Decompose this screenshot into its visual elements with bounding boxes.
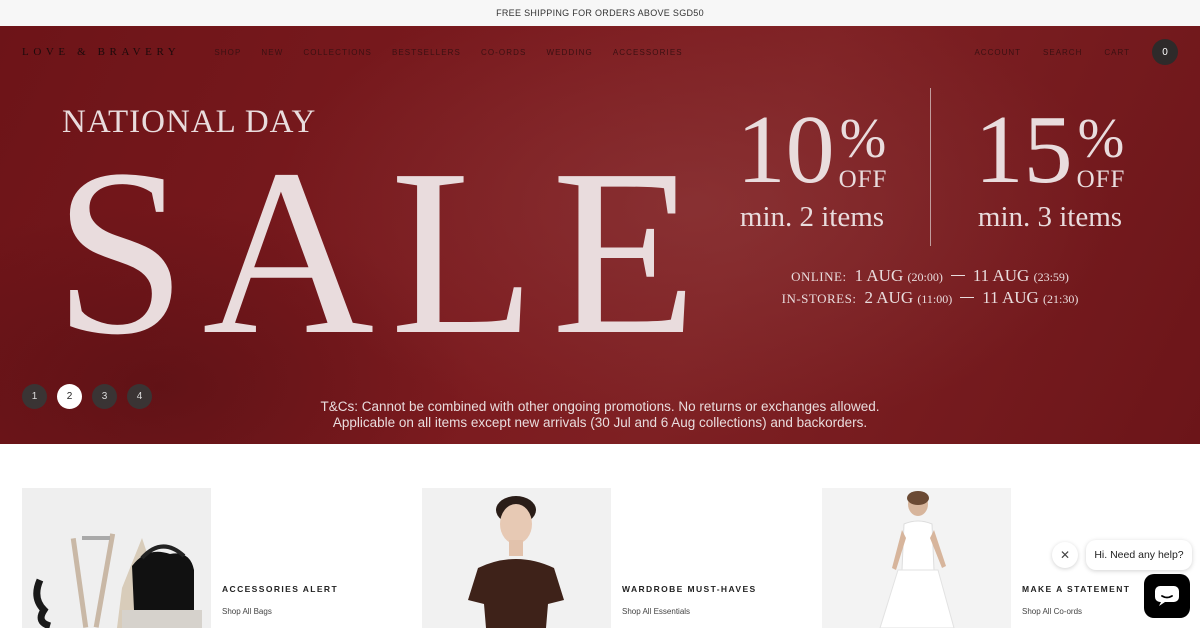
nav-item-accessories[interactable]: ACCESSORIES bbox=[613, 48, 683, 57]
percent-symbol: % bbox=[839, 108, 887, 170]
collection-link[interactable]: Shop All Essentials bbox=[622, 607, 757, 616]
collection-link[interactable]: Shop All Bags bbox=[222, 607, 338, 616]
offer-off-label: OFF bbox=[1076, 166, 1126, 193]
chat-icon bbox=[1155, 586, 1179, 606]
cart-link[interactable]: CART bbox=[1104, 48, 1130, 57]
collection-card-essentials[interactable]: WARDROBE MUST-HAVES Shop All Essentials bbox=[422, 488, 757, 628]
sale-dates: ONLINE: 1 AUG (20:00) 11 AUG (23:59) IN-… bbox=[770, 266, 1090, 310]
slide-dot-3[interactable]: 3 bbox=[92, 384, 117, 409]
stores-start-time: (11:00) bbox=[917, 292, 953, 306]
nav-item-wedding[interactable]: WEDDING bbox=[546, 48, 592, 57]
announcement-bar: FREE SHIPPING FOR ORDERS ABOVE SGD50 bbox=[0, 0, 1200, 26]
offer-10-percent: 10 % OFF min. 2 items bbox=[712, 101, 912, 234]
nav-menu: SHOP NEW COLLECTIONS BESTSELLERS CO-ORDS… bbox=[214, 48, 682, 57]
collection-link[interactable]: Shop All Co-ords bbox=[1022, 607, 1130, 616]
stores-end: 11 AUG bbox=[982, 288, 1039, 307]
chat-close-icon[interactable]: ✕ bbox=[1052, 542, 1078, 568]
announcement-text: FREE SHIPPING FOR ORDERS ABOVE SGD50 bbox=[496, 8, 704, 18]
online-end: 11 AUG bbox=[972, 266, 1030, 285]
model-brown-top-illustration bbox=[422, 488, 611, 628]
slide-dot-1[interactable]: 1 bbox=[22, 384, 47, 409]
hero-banner[interactable]: LOVE & BRAVERY SHOP NEW COLLECTIONS BEST… bbox=[0, 26, 1200, 444]
slide-pagination: 1 2 3 4 bbox=[22, 384, 152, 409]
nav-item-co-ords[interactable]: CO-ORDS bbox=[481, 48, 526, 57]
offer-divider bbox=[930, 88, 931, 246]
stores-end-time: (21:30) bbox=[1043, 292, 1079, 306]
tcs-line-1: T&Cs: Cannot be combined with other ongo… bbox=[320, 399, 880, 414]
cart-count-badge[interactable]: 0 bbox=[1152, 39, 1178, 65]
stores-start: 2 AUG bbox=[864, 288, 914, 307]
offer-percent: 15 bbox=[974, 96, 1073, 204]
offer-15-percent: 15 % OFF min. 3 items bbox=[950, 101, 1150, 234]
online-start: 1 AUG bbox=[854, 266, 904, 285]
slide-dot-2[interactable]: 2 bbox=[57, 384, 82, 409]
offer-off-label: OFF bbox=[838, 166, 888, 193]
tcs-line-2: Applicable on all items except new arriv… bbox=[332, 415, 868, 430]
online-dates: ONLINE: 1 AUG (20:00) 11 AUG (23:59) bbox=[770, 266, 1090, 286]
slide-dot-4[interactable]: 4 bbox=[127, 384, 152, 409]
account-link[interactable]: ACCOUNT bbox=[974, 48, 1021, 57]
chat-launcher-button[interactable] bbox=[1144, 574, 1190, 618]
date-dash bbox=[960, 297, 975, 298]
accessories-image[interactable] bbox=[22, 488, 211, 628]
percent-symbol: % bbox=[1077, 108, 1125, 170]
nav-item-new[interactable]: NEW bbox=[261, 48, 283, 57]
nav-item-shop[interactable]: SHOP bbox=[214, 48, 241, 57]
utility-nav: ACCOUNT SEARCH CART 0 bbox=[974, 39, 1178, 65]
brand-logo[interactable]: LOVE & BRAVERY bbox=[22, 46, 180, 58]
stores-label: IN-STORES: bbox=[781, 291, 857, 306]
essentials-image[interactable] bbox=[422, 488, 611, 628]
model-white-outfit-illustration bbox=[822, 488, 1011, 628]
co-ords-image[interactable] bbox=[822, 488, 1011, 628]
collection-title[interactable]: MAKE A STATEMENT bbox=[1022, 584, 1130, 594]
online-start-time: (20:00) bbox=[907, 270, 943, 284]
terms-conditions: T&Cs: Cannot be combined with other ongo… bbox=[300, 399, 900, 431]
bags-illustration bbox=[22, 488, 211, 628]
date-dash bbox=[950, 275, 965, 276]
online-label: ONLINE: bbox=[791, 269, 847, 284]
hero-sale-text: SALE bbox=[54, 121, 713, 384]
offer-percent: 10 bbox=[736, 96, 835, 204]
nav-item-collections[interactable]: COLLECTIONS bbox=[303, 48, 372, 57]
nav-item-bestsellers[interactable]: BESTSELLERS bbox=[392, 48, 461, 57]
collection-card-co-ords[interactable]: MAKE A STATEMENT Shop All Co-ords bbox=[822, 488, 1130, 628]
chat-greeting-bubble[interactable]: Hi. Need any help? bbox=[1086, 540, 1192, 570]
main-navigation: LOVE & BRAVERY SHOP NEW COLLECTIONS BEST… bbox=[0, 26, 1200, 78]
collection-title[interactable]: WARDROBE MUST-HAVES bbox=[622, 584, 757, 594]
collection-title[interactable]: ACCESSORIES ALERT bbox=[222, 584, 338, 594]
online-end-time: (23:59) bbox=[1033, 270, 1069, 284]
store-dates: IN-STORES: 2 AUG (11:00) 11 AUG (21:30) bbox=[770, 288, 1090, 308]
search-link[interactable]: SEARCH bbox=[1043, 48, 1082, 57]
offer-min-items: min. 2 items bbox=[739, 201, 885, 233]
collection-cards: ACCESSORIES ALERT Shop All Bags WARDROBE… bbox=[0, 488, 1200, 628]
offer-min-items: min. 3 items bbox=[977, 201, 1123, 233]
collection-card-accessories[interactable]: ACCESSORIES ALERT Shop All Bags bbox=[22, 488, 338, 628]
